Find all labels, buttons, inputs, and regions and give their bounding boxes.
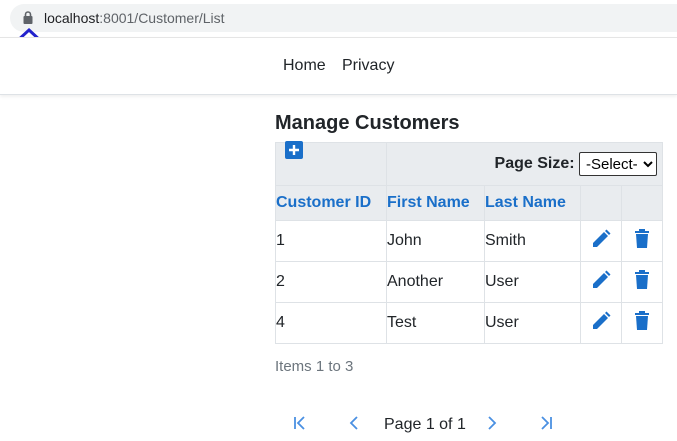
edit-icon[interactable] [591, 311, 611, 331]
url-text[interactable]: localhost:8001/Customer/List [44, 10, 225, 26]
nav-privacy-link[interactable]: Privacy [342, 57, 394, 75]
delete-icon[interactable] [634, 269, 650, 290]
header-customer-id[interactable]: Customer ID [275, 185, 387, 221]
header-delete [621, 185, 663, 221]
address-bar: localhost:8001/Customer/List [0, 0, 677, 36]
nav-home-link[interactable]: Home [283, 57, 326, 75]
header-last-name[interactable]: Last Name [484, 185, 581, 221]
page-indicator: Page 1 of 1 [384, 416, 466, 433]
page-title: Manage Customers [275, 112, 460, 134]
cell-first-name: Test [386, 302, 485, 344]
cell-customer-id: 2 [275, 261, 387, 303]
delete-icon[interactable] [634, 228, 650, 249]
edit-icon[interactable] [591, 270, 611, 290]
page-size-label: Page Size: [494, 155, 575, 172]
table-row: 1 John Smith [275, 220, 663, 262]
edit-icon[interactable] [591, 229, 611, 249]
first-page-icon[interactable] [292, 415, 308, 431]
url-host: localhost [44, 10, 100, 26]
cell-last-name: User [484, 261, 581, 303]
navbar: Home Privacy [0, 37, 677, 95]
customer-table: Page Size: -Select- Customer ID First Na… [275, 141, 663, 344]
lock-icon[interactable] [23, 11, 33, 24]
items-summary: Items 1 to 3 [275, 358, 354, 375]
header-edit [580, 185, 622, 221]
add-cell [275, 141, 387, 186]
page-size-select[interactable]: -Select- [579, 152, 657, 176]
add-icon[interactable] [285, 141, 303, 159]
table-row: 4 Test User [275, 302, 663, 344]
cell-last-name: User [484, 302, 581, 344]
header-row: Customer ID First Name Last Name [275, 185, 663, 221]
prev-page-icon[interactable] [347, 415, 361, 431]
page-size-cell: Page Size: -Select- [386, 142, 663, 186]
cell-customer-id: 1 [275, 220, 387, 262]
delete-icon[interactable] [634, 310, 650, 331]
cell-first-name: John [386, 220, 485, 262]
last-page-icon[interactable] [538, 415, 554, 431]
next-page-icon[interactable] [485, 415, 499, 431]
cell-customer-id: 4 [275, 302, 387, 344]
cell-last-name: Smith [484, 220, 581, 262]
url-path: :8001/Customer/List [99, 10, 225, 26]
toolbar-row: Page Size: -Select- [275, 141, 663, 186]
header-first-name[interactable]: First Name [386, 185, 485, 221]
table-row: 2 Another User [275, 261, 663, 303]
cell-first-name: Another [386, 261, 485, 303]
